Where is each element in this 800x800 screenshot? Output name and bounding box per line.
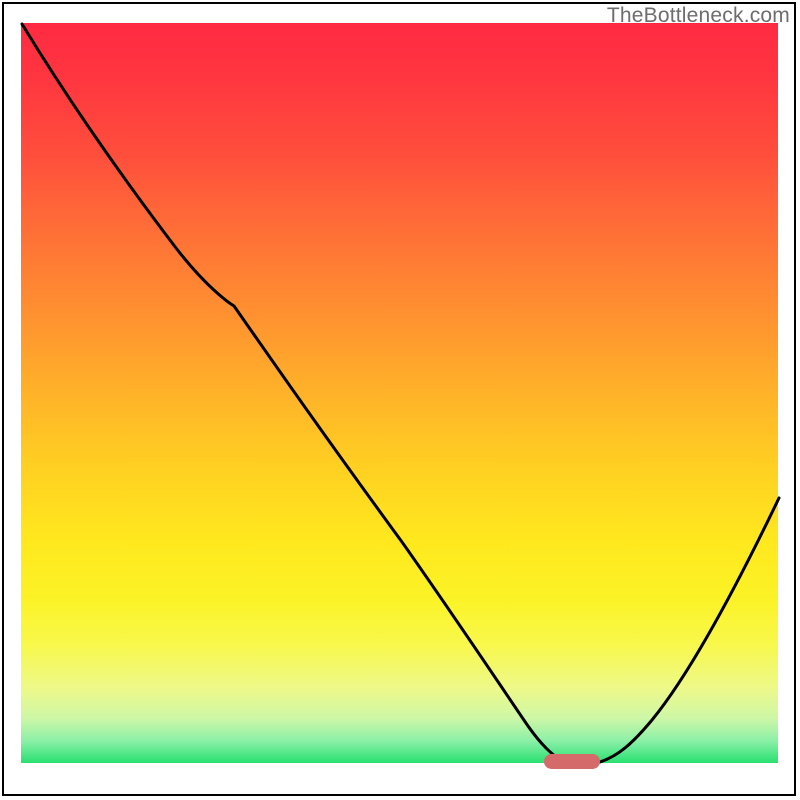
- watermark-text: TheBottleneck.com: [607, 4, 790, 28]
- bottleneck-chart: TheBottleneck.com: [0, 0, 800, 800]
- chart-frame: [2, 2, 796, 796]
